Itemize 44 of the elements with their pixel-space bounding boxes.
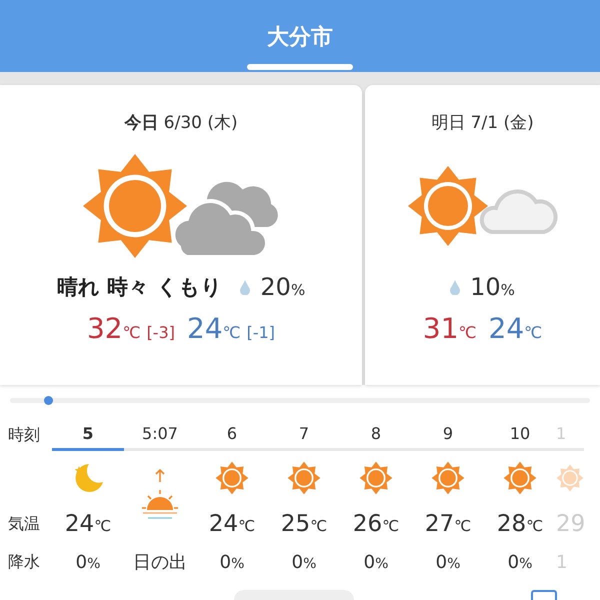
sun-and-clouds-icon (83, 153, 279, 259)
row-label: 時刻 (8, 424, 41, 446)
hour-precip: 0% (364, 552, 388, 572)
hour-temp: 26℃ (352, 511, 400, 537)
hour-precip: 0% (508, 552, 532, 572)
low-temp: 24℃ (488, 312, 542, 345)
scroll-position-dot (44, 396, 53, 405)
low-temp: 24℃ [-1] (187, 312, 276, 345)
raindrop-icon (450, 280, 460, 294)
hour-tab[interactable]: 9 (412, 423, 484, 451)
sunrise-label: 日の出 (133, 551, 187, 574)
day-card[interactable]: 今日 6/30 (木) 晴れ 時々 くもり 20% 32℃ [-3] 24℃ [-1] (0, 85, 362, 385)
high-temp: 32℃ [-3] (86, 312, 175, 345)
day-date: 明日 7/1 (金) (431, 112, 534, 134)
hour-precip: 0% (220, 552, 244, 572)
hour-precip: 0% (76, 552, 100, 572)
day-card[interactable]: 明日 7/1 (金) 10% 31℃ 24℃ (365, 85, 600, 385)
hour-temp: 28℃ (496, 511, 544, 537)
row-label: 降水 (8, 550, 41, 572)
hour-tab[interactable]: 5:07 (124, 423, 196, 451)
hour-tab[interactable]: 7 (268, 423, 340, 451)
hour-tab[interactable]: 6 (196, 423, 268, 451)
hour-temp: 24℃ (208, 511, 256, 537)
sun-icon (287, 460, 321, 494)
row-label: 気温 (8, 512, 41, 534)
raindrop-icon (240, 280, 250, 294)
sun-icon (431, 460, 465, 494)
hour-precip: 0% (292, 552, 316, 572)
hour-temp: 25℃ (280, 511, 328, 537)
sun-icon (359, 460, 393, 494)
sun-icon (215, 460, 249, 494)
hour-precip: 0% (436, 552, 460, 572)
sun-and-cloud-icon (408, 166, 558, 246)
hour-temp: 24℃ (64, 511, 112, 537)
hour-temp: 27℃ (424, 511, 472, 537)
sun-icon (503, 460, 537, 494)
rain-chance: 10% (470, 273, 515, 301)
high-temp: 31℃ (422, 312, 476, 345)
rain-chance: 20% (260, 273, 306, 301)
hour-tab[interactable]: 5 (52, 423, 124, 451)
day-date: 今日 6/30 (木) (124, 112, 238, 134)
hour-tab[interactable]: 10 (484, 423, 556, 451)
hour-tab[interactable]: 8 (340, 423, 412, 451)
weather-text: 晴れ 時々 くもり (56, 274, 222, 301)
